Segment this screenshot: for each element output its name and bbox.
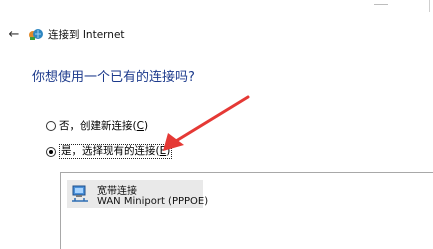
option-label: 是，选择现有的连接(E) <box>59 144 173 159</box>
connection-list[interactable]: 宽带连接 WAN Miniport (PPPOE) <box>60 172 433 249</box>
connection-name: 宽带连接 <box>97 186 137 197</box>
wizard-title: 连接到 Internet <box>48 29 125 41</box>
connection-item[interactable]: 宽带连接 WAN Miniport (PPPOE) <box>67 180 208 208</box>
connection-device: WAN Miniport (PPPOE) <box>97 196 209 207</box>
minimize-button[interactable] <box>374 4 388 5</box>
use-existing-connection-option[interactable]: 是，选择现有的连接(E) <box>46 144 173 159</box>
radio-use-existing[interactable] <box>46 146 56 157</box>
back-arrow-icon[interactable]: ← <box>6 26 22 42</box>
network-connection-icon <box>72 185 88 202</box>
network-wizard-icon <box>29 29 43 40</box>
titlebar-divider <box>429 0 430 12</box>
page-question: 你想使用一个已有的连接吗? <box>32 70 195 85</box>
option-label: 否，创建新连接(C) <box>59 120 149 132</box>
create-new-connection-option[interactable]: 否，创建新连接(C) <box>46 118 148 133</box>
radio-create-new[interactable] <box>46 120 56 131</box>
